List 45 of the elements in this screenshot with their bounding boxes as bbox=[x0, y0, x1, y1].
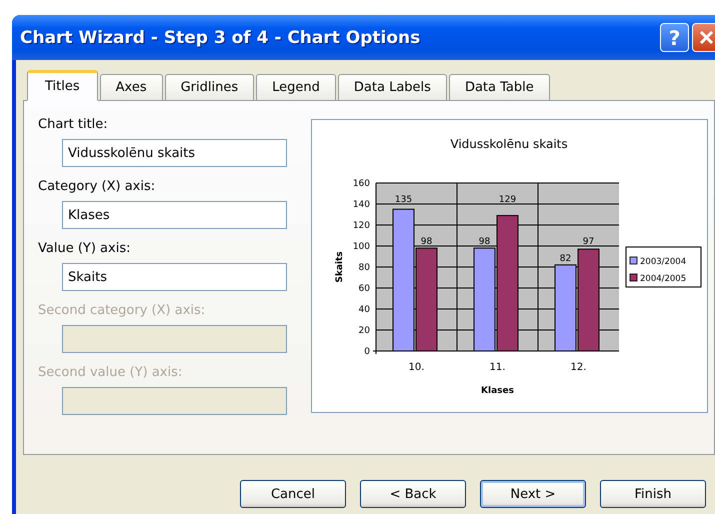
data-label: 97 bbox=[582, 237, 594, 247]
axis-tick-label: 0 bbox=[364, 347, 370, 357]
tab[interactable]: Legend bbox=[256, 74, 336, 100]
dialog-button[interactable]: Cancel bbox=[240, 480, 346, 508]
data-label: 129 bbox=[498, 195, 516, 205]
field-label: Second category (X) axis: bbox=[38, 303, 206, 320]
axis-tick-label: 20 bbox=[358, 326, 370, 336]
axis-tick-label: 80 bbox=[358, 263, 370, 273]
axis-tick-label: 60 bbox=[358, 284, 370, 294]
axis-tick-label: 100 bbox=[352, 242, 370, 252]
dialog-button[interactable]: Finish bbox=[600, 480, 706, 508]
axis-title: Skaits bbox=[335, 251, 345, 283]
legend-label: 2004/2005 bbox=[640, 274, 686, 284]
close-icon bbox=[699, 30, 714, 45]
axis-title: Klases bbox=[481, 386, 514, 396]
chart-title: Vidusskolēnu skaits bbox=[450, 137, 568, 151]
input-field[interactable]: Vidusskolēnu skaits bbox=[62, 139, 287, 167]
tab[interactable]: Titles bbox=[27, 70, 98, 101]
input-field[interactable]: Klases bbox=[62, 201, 287, 229]
axis-tick-label: 11. bbox=[490, 362, 506, 373]
tab[interactable]: Data Table bbox=[448, 74, 550, 100]
field-label: Value (Y) axis: bbox=[38, 241, 132, 258]
data-label: 98 bbox=[478, 237, 490, 247]
field-label: Category (X) axis: bbox=[38, 179, 156, 196]
data-label: 98 bbox=[420, 237, 432, 247]
tab[interactable]: Gridlines bbox=[164, 74, 254, 100]
help-button[interactable]: ? bbox=[660, 23, 689, 52]
field-label: Second value (Y) axis: bbox=[38, 365, 184, 382]
legend-label: 2003/2004 bbox=[640, 257, 686, 267]
tab[interactable]: Axes bbox=[100, 74, 163, 100]
axis-tick-label: 160 bbox=[352, 179, 370, 189]
window-title: Chart Wizard - Step 3 of 4 - Chart Options bbox=[20, 28, 420, 48]
dialog-button[interactable]: Next > bbox=[480, 480, 586, 508]
close-button[interactable] bbox=[692, 23, 715, 52]
tab[interactable]: Data Labels bbox=[338, 74, 447, 100]
field-label: Chart title: bbox=[38, 117, 109, 134]
dialog-button[interactable]: < Back bbox=[360, 480, 466, 508]
axis-tick-label: 140 bbox=[352, 200, 370, 210]
data-label: 135 bbox=[394, 195, 412, 205]
axis-tick-label: 120 bbox=[352, 221, 370, 231]
axis-tick-label: 10. bbox=[408, 362, 424, 373]
axis-tick-label: 40 bbox=[358, 305, 370, 315]
input-field[interactable]: Skaits bbox=[62, 263, 287, 291]
axis-tick-label: 12. bbox=[570, 362, 586, 373]
data-label: 82 bbox=[560, 254, 572, 264]
